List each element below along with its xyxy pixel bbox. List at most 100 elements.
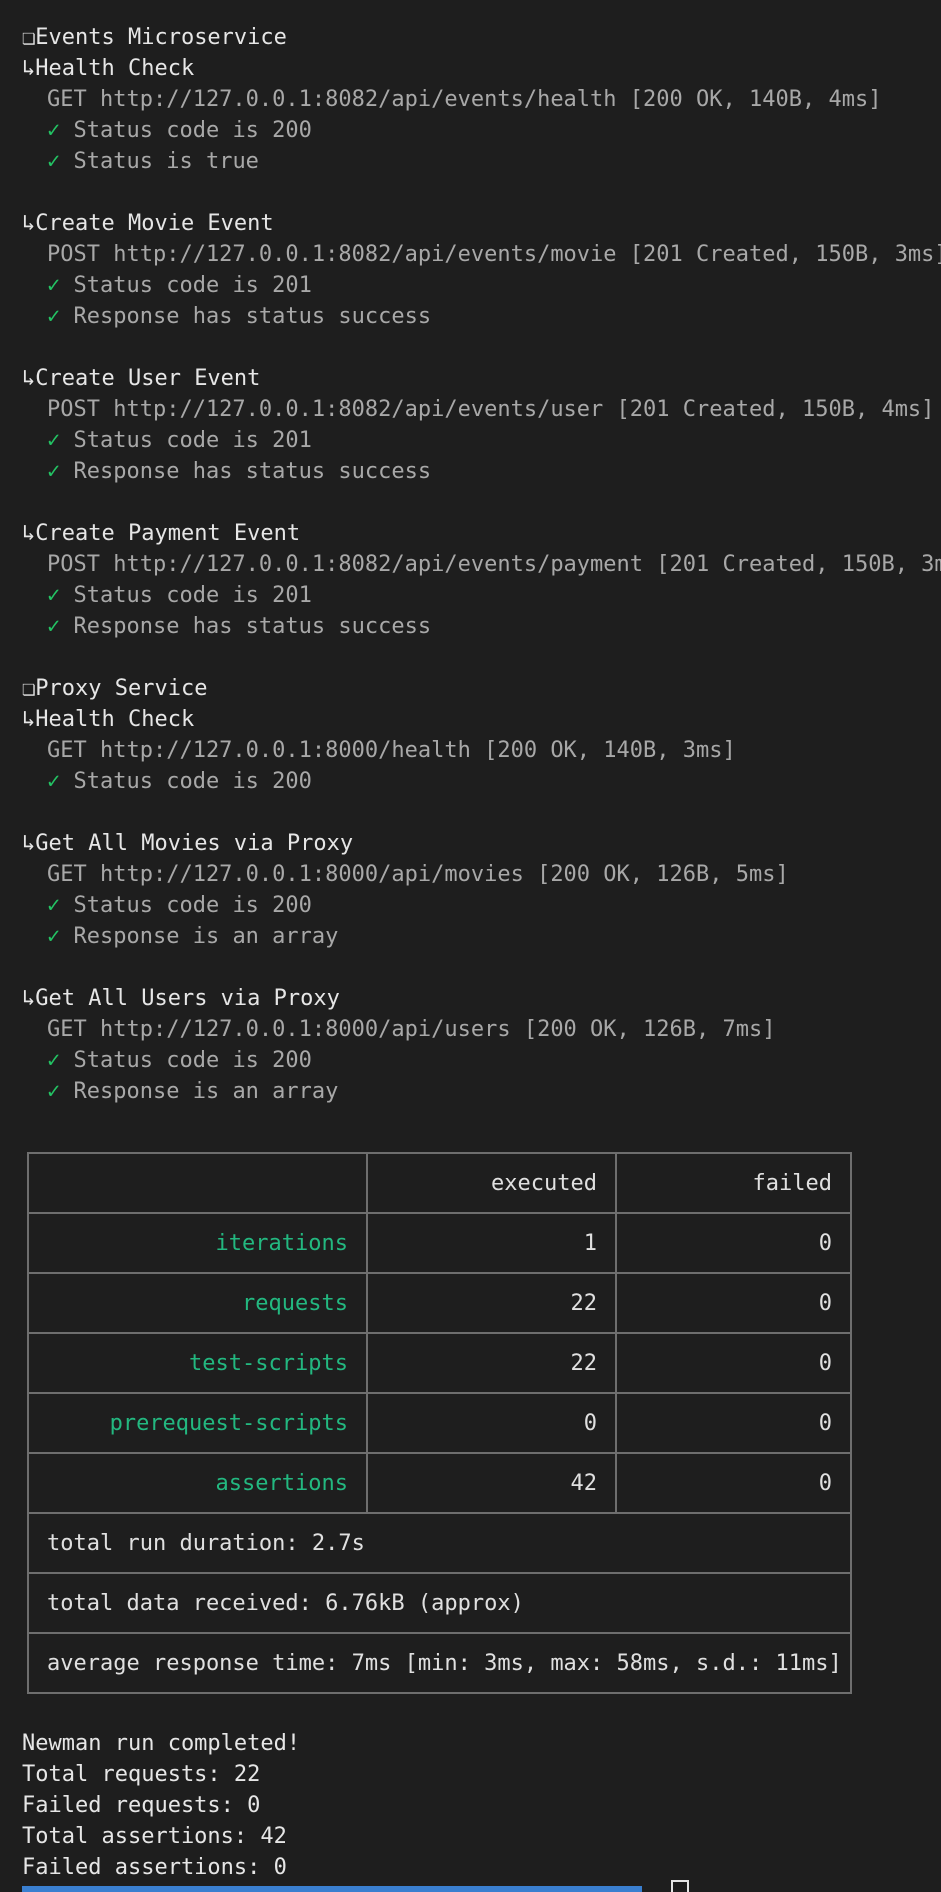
summary-avg-row: average response time: 7ms [min: 3ms, ma…: [27, 1632, 852, 1694]
assertion-text: Status code is 201: [73, 583, 312, 608]
assertion-line: ✓ Response has status success: [22, 456, 431, 487]
summary-duration-row: total run duration: 2.7s: [27, 1512, 852, 1574]
assertion-text: Status code is 201: [73, 428, 312, 453]
check-icon: ✓: [47, 304, 61, 329]
request-url: GET http://127.0.0.1:8082/api/events/hea…: [47, 87, 882, 112]
assertion-line: ✓ Response has status success: [22, 611, 431, 642]
summary-row-label: requests: [27, 1272, 368, 1334]
footer-total-assertions: Total assertions: 42: [22, 1824, 287, 1849]
summary-row-label: assertions: [27, 1452, 368, 1514]
check-icon: ✓: [47, 1048, 61, 1073]
assertion-line: ✓ Response is an array: [22, 921, 338, 952]
summary-header-blank: [27, 1152, 368, 1214]
assertion-text: Response has status success: [73, 614, 432, 639]
request-url: POST http://127.0.0.1:8082/api/events/mo…: [47, 242, 941, 267]
assertion-line: ✓ Status code is 200: [22, 766, 312, 797]
summary-header-row: executed failed: [27, 1152, 852, 1214]
assertion-line: ✓ Status code is 200: [22, 890, 312, 921]
summary-row-failed: 0: [615, 1212, 852, 1274]
request-name: Health Check: [35, 56, 195, 81]
check-icon: ✓: [47, 149, 61, 174]
request-title: ↳Create User Event: [22, 363, 260, 394]
request-name: Create User Event: [35, 366, 261, 391]
summary-row-failed: 0: [615, 1392, 852, 1454]
footer-completed: Newman run completed!: [22, 1731, 301, 1756]
summary-row-failed: 0: [615, 1452, 852, 1514]
request-line: GET http://127.0.0.1:8000/api/movies [20…: [22, 859, 789, 890]
summary-table: executed failed iterations 1 0 requests …: [27, 1152, 852, 1694]
request-title: ↳Create Movie Event: [22, 208, 274, 239]
assertion-text: Status code is 200: [73, 893, 312, 918]
summary-header-failed: failed: [615, 1152, 852, 1214]
assertion-line: ✓ Status code is 201: [22, 270, 312, 301]
check-icon: ✓: [47, 583, 61, 608]
summary-row-label: prerequest-scripts: [27, 1392, 368, 1454]
summary-data-row: total data received: 6.76kB (approx): [27, 1572, 852, 1634]
arrow-icon: ↳: [22, 211, 36, 236]
summary-row-assertions: assertions 42 0: [27, 1452, 852, 1514]
check-icon: ✓: [47, 1079, 61, 1104]
check-icon: ✓: [47, 459, 61, 484]
request-title: ↳Health Check: [22, 704, 194, 735]
arrow-icon: ↳: [22, 56, 36, 81]
assertion-line: ✓ Status code is 201: [22, 580, 312, 611]
folder-icon: ❏: [22, 25, 36, 50]
request-line: GET http://127.0.0.1:8082/api/events/hea…: [22, 84, 881, 115]
request-line: GET http://127.0.0.1:8000/health [200 OK…: [22, 735, 736, 766]
assertion-text: Status code is 200: [73, 118, 312, 143]
assertion-text: Status code is 200: [73, 769, 312, 794]
shell-prompt: [22, 1880, 662, 1892]
request-line: POST http://127.0.0.1:8082/api/events/us…: [22, 394, 934, 425]
assertion-text: Response has status success: [73, 459, 432, 484]
summary-row-failed: 0: [615, 1332, 852, 1394]
summary-row-executed: 1: [366, 1212, 617, 1274]
request-name: Health Check: [35, 707, 195, 732]
request-name: Create Movie Event: [35, 211, 274, 236]
summary-row-executed: 0: [366, 1392, 617, 1454]
assertion-line: ✓ Status code is 200: [22, 115, 312, 146]
check-icon: ✓: [47, 428, 61, 453]
summary-row-label: test-scripts: [27, 1332, 368, 1394]
total-run-duration: total run duration: 2.7s: [27, 1512, 852, 1574]
assertion-text: Response has status success: [73, 304, 432, 329]
summary-row-failed: 0: [615, 1272, 852, 1334]
summary-row-executed: 22: [366, 1332, 617, 1394]
check-icon: ✓: [47, 614, 61, 639]
check-icon: ✓: [47, 893, 61, 918]
request-line: GET http://127.0.0.1:8000/api/users [200…: [22, 1014, 775, 1045]
request-url: POST http://127.0.0.1:8082/api/events/pa…: [47, 552, 941, 577]
request-url: GET http://127.0.0.1:8000/api/users [200…: [47, 1017, 776, 1042]
summary-row-executed: 22: [366, 1272, 617, 1334]
assertion-text: Response is an array: [73, 1079, 339, 1104]
request-url: POST http://127.0.0.1:8082/api/events/us…: [47, 397, 935, 422]
arrow-icon: ↳: [22, 707, 36, 732]
average-response-time: average response time: 7ms [min: 3ms, ma…: [27, 1632, 852, 1694]
request-title: ↳Create Payment Event: [22, 518, 300, 549]
check-icon: ✓: [47, 273, 61, 298]
arrow-icon: ↳: [22, 521, 36, 546]
assertion-text: Status code is 201: [73, 273, 312, 298]
check-icon: ✓: [47, 118, 61, 143]
summary-row-requests: requests 22 0: [27, 1272, 852, 1334]
assertion-line: ✓ Response is an array: [22, 1076, 338, 1107]
assertion-text: Status is true: [73, 149, 259, 174]
assertion-text: Status code is 200: [73, 1048, 312, 1073]
assertion-line: ✓ Response has status success: [22, 301, 431, 332]
check-icon: ✓: [47, 924, 61, 949]
assertion-text: Response is an array: [73, 924, 339, 949]
request-name: Get All Movies via Proxy: [35, 831, 354, 856]
folder-icon: ❏: [22, 676, 36, 701]
check-icon: ✓: [47, 769, 61, 794]
request-line: POST http://127.0.0.1:8082/api/events/pa…: [22, 549, 941, 580]
terminal-cursor: [671, 1880, 689, 1892]
collection-title-text: Events Microservice: [35, 25, 287, 50]
request-url: GET http://127.0.0.1:8000/health [200 OK…: [47, 738, 736, 763]
summary-row-executed: 42: [366, 1452, 617, 1514]
summary-row-test-scripts: test-scripts 22 0: [27, 1332, 852, 1394]
footer-total-requests: Total requests: 22: [22, 1762, 261, 1787]
request-title: ↳Health Check: [22, 53, 194, 84]
summary-row-iterations: iterations 1 0: [27, 1212, 852, 1274]
arrow-icon: ↳: [22, 366, 36, 391]
collection-title: ❏Proxy Service: [22, 673, 207, 704]
request-title: ↳Get All Users via Proxy: [22, 983, 340, 1014]
